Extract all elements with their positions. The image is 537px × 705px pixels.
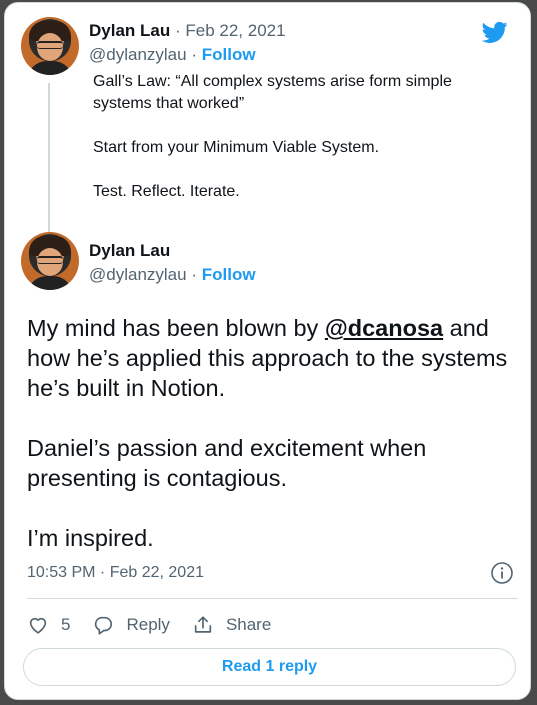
share-icon xyxy=(194,616,212,633)
divider xyxy=(27,598,518,599)
tweet-paragraph: Gall’s Law: “All complex systems arise f… xyxy=(93,73,452,112)
twitter-logo-icon[interactable] xyxy=(480,19,510,45)
main-tweet-text: My mind has been blown by @dcanosa and h… xyxy=(27,313,522,553)
author-handle[interactable]: @dylanzylau xyxy=(89,265,187,284)
handle-row: @dylanzylau · Follow xyxy=(89,265,256,285)
parent-tweet-text: Gall’s Law: “All complex systems arise f… xyxy=(93,71,513,203)
avatar[interactable] xyxy=(21,232,79,290)
author-name-text[interactable]: Dylan Lau xyxy=(89,21,170,40)
author-name[interactable]: Dylan Lau xyxy=(89,241,170,261)
separator: · xyxy=(191,45,197,64)
handle-row: @dylanzylau · Follow xyxy=(89,45,256,65)
tweet-timestamp[interactable]: 10:53 PM · Feb 22, 2021 xyxy=(27,564,204,582)
info-icon[interactable] xyxy=(490,561,514,585)
follow-link[interactable]: Follow xyxy=(202,45,256,64)
author-name[interactable]: Dylan Lau · Feb 22, 2021 xyxy=(89,21,286,41)
separator: · xyxy=(191,265,197,284)
tweet-date[interactable]: · Feb 22, 2021 xyxy=(175,21,286,40)
heart-icon xyxy=(29,617,47,634)
tweet-paragraph: Daniel’s passion and excitement when pre… xyxy=(27,435,427,491)
follow-link[interactable]: Follow xyxy=(202,265,256,284)
avatar[interactable] xyxy=(21,17,79,75)
author-handle[interactable]: @dylanzylau xyxy=(89,45,187,64)
reply-icon xyxy=(95,616,113,635)
tweet-actions: 5 Reply Share xyxy=(27,610,293,640)
tweet-paragraph: I’m inspired. xyxy=(27,525,154,551)
read-replies-button[interactable]: Read 1 reply xyxy=(23,648,516,686)
share-label: Share xyxy=(225,615,272,634)
tweet-paragraph: My mind has been blown by @dcanosa and h… xyxy=(27,315,508,401)
author-name-text[interactable]: Dylan Lau xyxy=(89,241,170,260)
tweet-paragraph: Start from your Minimum Viable System. xyxy=(93,139,380,156)
mention-link[interactable]: @dcanosa xyxy=(325,315,443,341)
thread-line xyxy=(48,83,50,233)
share-button[interactable]: Share xyxy=(192,614,271,636)
reply-button[interactable]: Reply xyxy=(92,614,170,636)
reply-label: Reply xyxy=(126,615,170,634)
read-replies-label: Read 1 reply xyxy=(221,658,318,675)
embedded-tweet-card: Dylan Lau · Feb 22, 2021 @dylanzylau · F… xyxy=(4,2,531,700)
tweet-paragraph: Test. Reflect. Iterate. xyxy=(93,183,240,200)
like-button[interactable]: 5 xyxy=(27,614,70,636)
like-count: 5 xyxy=(61,615,71,634)
